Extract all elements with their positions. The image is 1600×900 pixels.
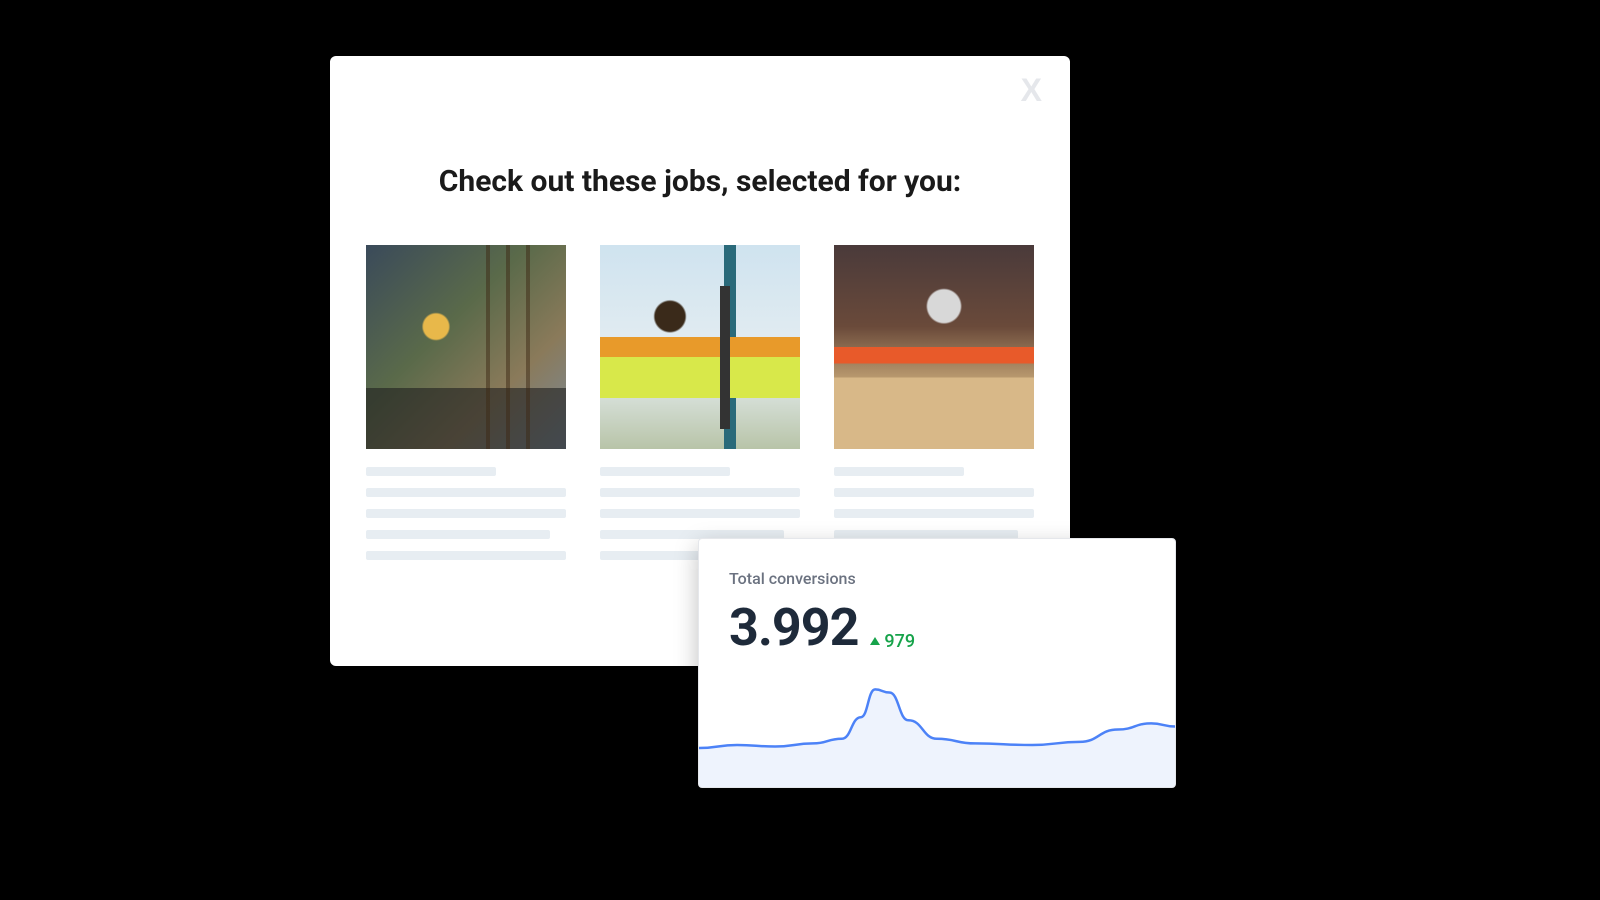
metric-value: 3.992 [729,597,858,658]
job-card[interactable] [834,245,1034,560]
metric-delta: 979 [870,631,915,652]
modal-title: Check out these jobs, selected for you: [360,164,1040,199]
metric-value-row: 3.992 979 [729,597,915,658]
job-card[interactable] [366,245,566,560]
job-card-image [834,245,1034,449]
skeleton-line [366,509,566,518]
conversions-sparkline [699,667,1175,787]
metric-delta-value: 979 [884,631,915,652]
trend-up-icon [870,637,880,645]
skeleton-line [834,467,964,476]
metric-label: Total conversions [729,569,856,588]
job-cards-row [360,245,1040,560]
skeleton-line [600,467,730,476]
skeleton-line [834,488,1034,497]
job-card-image [366,245,566,449]
job-card[interactable] [600,245,800,560]
job-card-placeholder-text [366,467,566,560]
skeleton-line [834,509,1034,518]
job-card-image [600,245,800,449]
close-icon[interactable]: X [1021,74,1042,106]
skeleton-line [366,530,550,539]
skeleton-line [366,467,496,476]
skeleton-line [366,488,566,497]
skeleton-line [600,509,800,518]
conversions-metric-card: Total conversions 3.992 979 [698,538,1176,788]
skeleton-line [366,551,566,560]
skeleton-line [600,488,800,497]
